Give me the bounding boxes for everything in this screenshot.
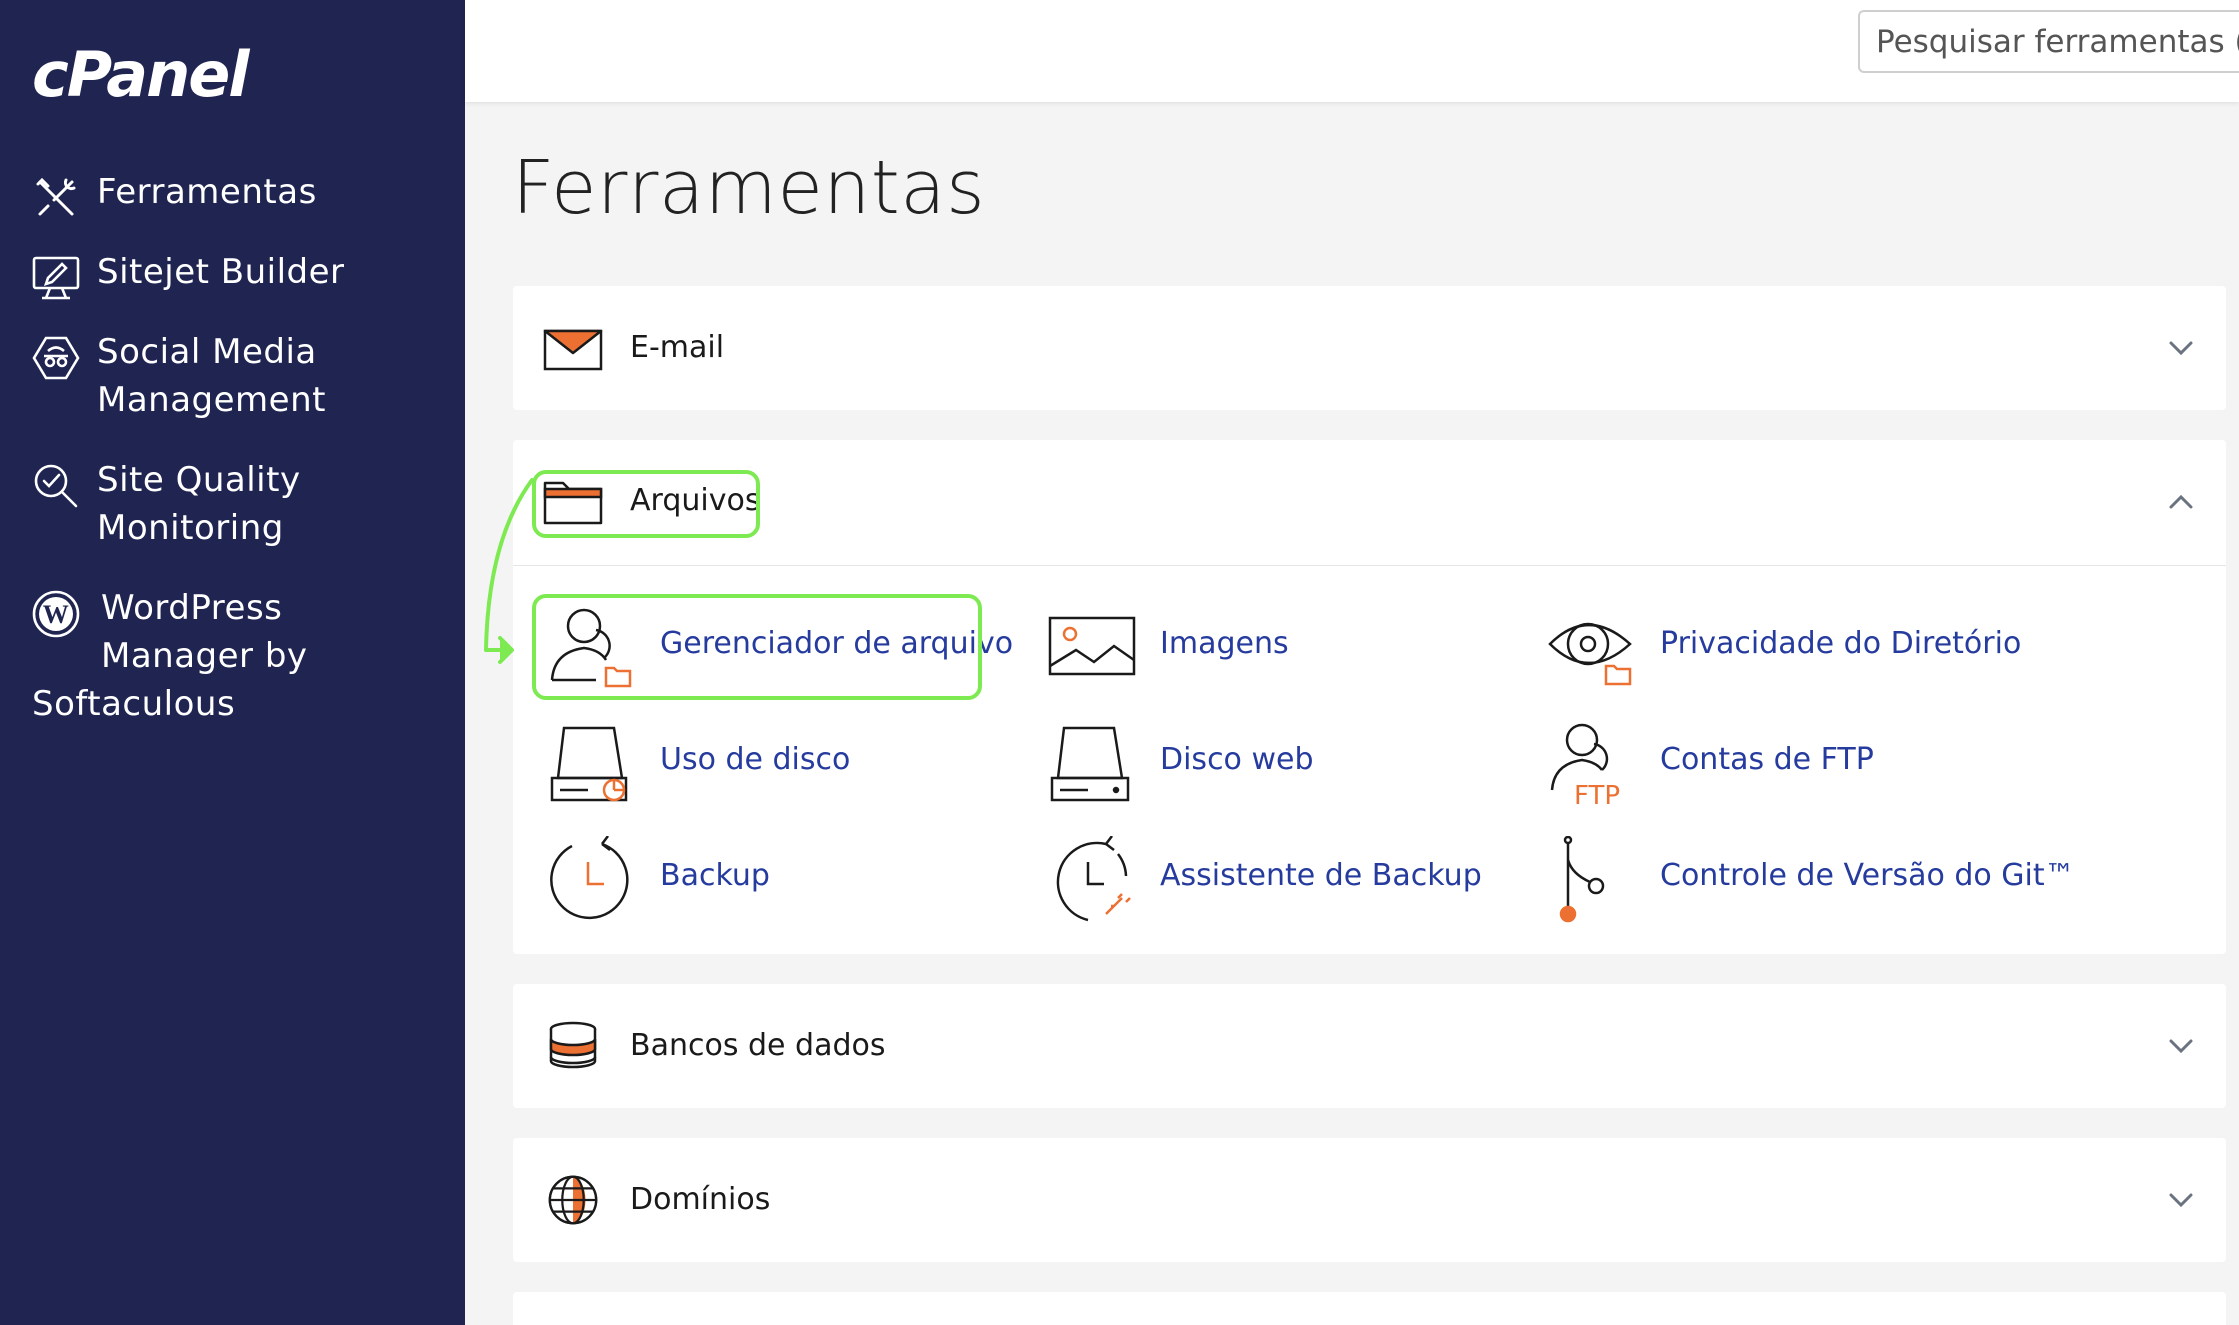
section-title: E-mail [630, 330, 725, 365]
tool-label: Uso de disco [660, 742, 851, 777]
tool-label: Disco web [1160, 742, 1314, 777]
chevron-up-icon[interactable] [2166, 488, 2196, 516]
sidebar: cPanel Ferramentas Sitejet Builder Socia… [0, 0, 465, 1325]
tool-label: Controle de Versão do Git™ [1660, 858, 2075, 893]
section-next-partial [513, 1292, 2226, 1325]
sidebar-item-sitejet[interactable]: Sitejet Builder [32, 248, 345, 300]
section-email: E-mail [513, 286, 2226, 410]
clock-icon [550, 836, 629, 920]
section-arquivos-header[interactable]: Arquivos [513, 440, 2226, 566]
monitor-pen-icon [32, 256, 80, 300]
tool-label: Assistente de Backup [1160, 858, 1482, 893]
highlight-arquivos [532, 470, 760, 538]
section-dominios: Domínios [513, 1138, 2226, 1262]
sidebar-item-label: Manager by [101, 636, 308, 676]
section-title: Domínios [630, 1182, 771, 1217]
svg-text:FTP: FTP [1574, 781, 1620, 810]
chevron-down-icon[interactable] [2166, 1186, 2196, 1214]
search-tools-input[interactable] [1858, 10, 2239, 73]
wordpress-icon: W [32, 590, 80, 638]
section-email-header[interactable]: E-mail [513, 286, 2226, 410]
cpanel-logo[interactable]: cPanel [32, 38, 250, 111]
social-media-icon [32, 336, 80, 380]
sidebar-item-site-quality[interactable]: Site Quality Monitoring [32, 456, 301, 552]
highlight-gerenciador [532, 594, 982, 700]
section-title: Bancos de dados [630, 1028, 886, 1063]
section-arquivos: Arquivos Gerenciador de arquivo Imagens [513, 440, 2226, 954]
tool-label: Privacidade do Diretório [1660, 626, 2022, 661]
sidebar-item-social-media[interactable]: Social Media Management [32, 328, 326, 424]
cpanel-app: cPanel Ferramentas Sitejet Builder Socia… [0, 0, 2239, 1325]
magnifier-check-icon [34, 464, 78, 508]
tool-label: Backup [660, 858, 770, 893]
sidebar-item-ferramentas[interactable]: Ferramentas [32, 168, 317, 216]
tools-icon [36, 177, 76, 216]
chevron-down-icon[interactable] [2166, 334, 2196, 362]
sidebar-item-label: Monitoring [97, 508, 284, 548]
tool-label: Contas de FTP [1660, 742, 1874, 777]
section-dominios-header[interactable]: Domínios [513, 1138, 2226, 1262]
database-icon [549, 1021, 597, 1069]
eye-folder-icon [1548, 622, 1632, 686]
section-bancos-de-dados: Bancos de dados [513, 984, 2226, 1108]
sidebar-item-wordpress[interactable]: W WordPress Manager by Softaculous [32, 584, 308, 728]
user-ftp-icon: FTP [1550, 723, 1620, 810]
globe-icon [548, 1175, 598, 1225]
chevron-down-icon[interactable] [2166, 1032, 2196, 1060]
clock-wand-icon [1056, 836, 1131, 922]
disk-chart-icon [550, 726, 628, 802]
disk-icon [1050, 726, 1130, 802]
page-title: Ferramentas [512, 145, 986, 231]
git-branch-icon [1559, 836, 1605, 923]
envelope-icon [543, 329, 603, 371]
image-icon [1048, 616, 1136, 676]
sidebar-item-label: Softaculous [32, 684, 236, 724]
svg-text:W: W [43, 600, 70, 629]
tool-label: Imagens [1160, 626, 1289, 661]
section-bancos-de-dados-header[interactable]: Bancos de dados [513, 984, 2226, 1108]
sidebar-item-label: Management [97, 380, 326, 420]
